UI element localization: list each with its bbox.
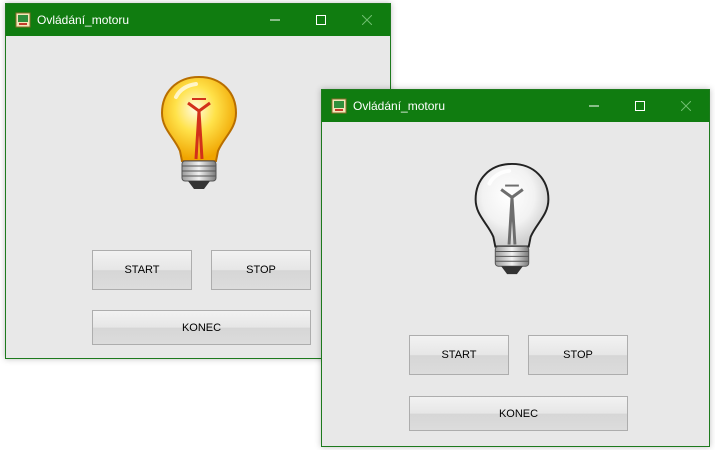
minimize-button[interactable] [571,90,617,122]
close-button[interactable] [344,4,390,36]
start-button[interactable]: START [92,250,192,290]
minimize-button[interactable] [252,4,298,36]
maximize-icon [316,15,326,25]
minimize-icon [589,105,599,107]
title-bar[interactable]: Ovládání_motoru [322,90,709,122]
app-icon [331,98,347,114]
window-title: Ovládání_motoru [37,13,130,27]
maximize-button[interactable] [617,90,663,122]
app-icon [15,12,31,28]
close-icon [681,101,691,111]
minimize-icon [270,19,280,21]
konec-button[interactable]: KONEC [92,310,311,345]
start-button[interactable]: START [409,335,509,375]
konec-button[interactable]: KONEC [409,396,628,431]
stop-button[interactable]: STOP [211,250,311,290]
light-bulb-on-icon [160,75,238,189]
motor-control-window-off: Ovládání_motoru START STOP KONEC [321,89,710,447]
light-bulb-off-icon [474,162,550,275]
stop-button[interactable]: STOP [528,335,628,375]
maximize-button[interactable] [298,4,344,36]
maximize-icon [635,101,645,111]
close-icon [362,15,372,25]
title-bar[interactable]: Ovládání_motoru [6,4,390,36]
close-button[interactable] [663,90,709,122]
window-title: Ovládání_motoru [353,99,446,113]
